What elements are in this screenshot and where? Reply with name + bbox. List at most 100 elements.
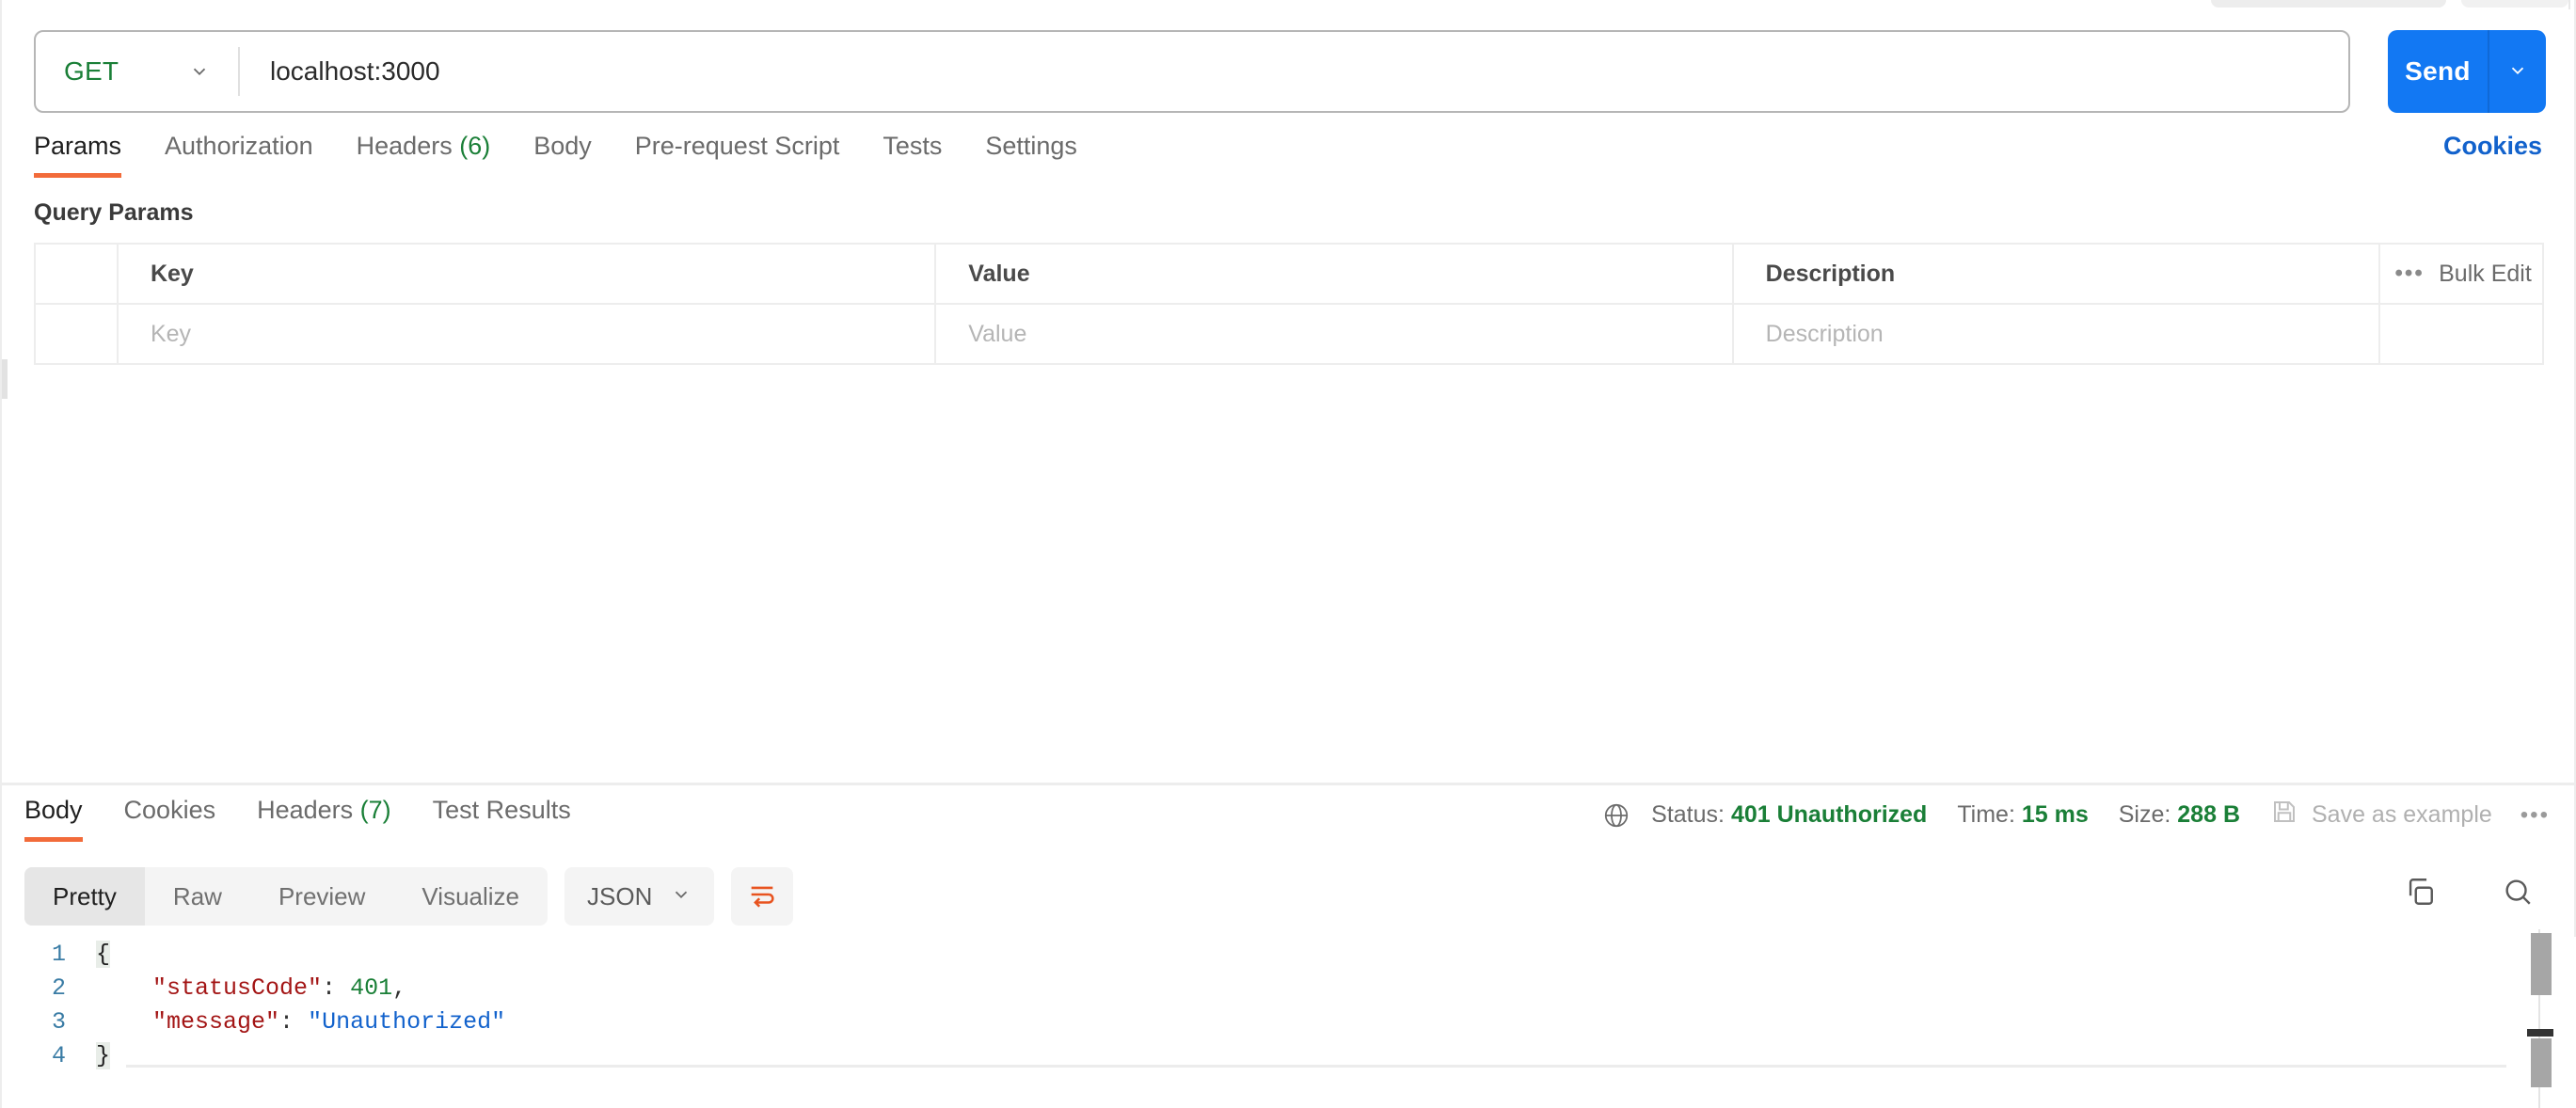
request-tab-authorization[interactable]: Authorization [165,132,313,178]
url-bar-row: GET Send [34,30,2546,113]
request-tabs-list: Params Authorization Headers (6) Body Pre-re… [34,132,1121,178]
view-mode-pretty[interactable]: Pretty [24,867,145,926]
save-as-example-label: Save as example [2312,801,2492,828]
code-line-text: "statusCode": 401, [96,974,406,1002]
left-scrollbar-thumb[interactable] [2,359,8,399]
top-chrome-chip-2 [2461,0,2568,8]
view-mode-visualize[interactable]: Visualize [393,867,548,926]
request-tab-pre-request-script[interactable]: Pre-request Script [635,132,840,178]
tab-label: Settings [985,132,1077,160]
tab-label: Params [34,132,122,160]
param-key-input[interactable]: Key [119,305,937,363]
code-bottom-rule [126,1065,2506,1068]
line-number: 4 [51,1041,66,1069]
code-line: 2 "statusCode": 401, [2,971,2576,1005]
time-value: 15 ms [2021,801,2089,828]
time-meta: Time: 15 ms [1957,801,2088,829]
chevron-down-icon [671,882,692,911]
size-value: 288 B [2177,801,2240,828]
row-actions-cell [2380,305,2542,363]
view-mode-raw[interactable]: Raw [145,867,250,926]
status-meta: Status: 401 Unauthorized [1651,801,1927,829]
code-token: : [322,973,351,1002]
window-chrome-strip [2,0,2576,9]
send-button[interactable]: Send [2388,30,2488,113]
http-method-label: GET [64,56,119,86]
line-number: 3 [51,1007,66,1036]
bulk-edit-button[interactable]: Bulk Edit [2439,261,2532,288]
response-format-dropdown[interactable]: JSON [564,867,715,926]
code-token: 401 [350,973,393,1002]
response-view-mode-group: Pretty Raw Preview Visualize [24,867,549,926]
response-tabs: Body Cookies Headers (7) Test Results Statu… [2,796,2576,856]
http-method-dropdown[interactable]: GET [36,32,238,111]
code-token: } [96,1041,111,1069]
tab-count-badge: (6) [452,132,491,160]
column-header-value: Value [936,245,1734,303]
tab-label: Test Results [432,796,571,824]
response-body-code[interactable]: 1{2 "statusCode": 401, 3 "message": "Unau… [2,937,2576,1108]
status-value: 401 Unauthorized [1730,801,1928,828]
line-number: 1 [51,940,66,968]
code-line-text: { [96,940,111,968]
view-mode-preview[interactable]: Preview [250,867,393,926]
response-tab-headers[interactable]: Headers (7) [257,796,391,842]
response-meta: Status: 401 Unauthorized Time: 15 ms Siz… [1602,798,2550,832]
request-tab-params[interactable]: Params [34,132,122,178]
code-token: "statusCode" [152,973,323,1002]
request-tabs: Params Authorization Headers (6) Body Pre-re… [2,132,2576,190]
response-tools-right [2393,867,2544,920]
save-icon [2270,798,2298,832]
param-value-input[interactable]: Value [936,305,1734,363]
code-line: 1{ [2,937,2576,971]
code-token: : [279,1007,309,1036]
cookies-link[interactable]: Cookies [2443,132,2542,161]
response-tabs-list: Body Cookies Headers (7) Test Results [24,796,612,842]
postman-request-response-pane: GET Send ParamsAuthoriza [0,0,2576,1108]
top-chrome-chip-1 [2211,0,2446,8]
param-description-input[interactable]: Description [1734,305,2381,363]
request-tab-settings[interactable]: Settings [985,132,1077,178]
copy-icon [2404,876,2436,912]
url-input[interactable] [240,32,2348,111]
panel-divider[interactable] [2,783,2576,785]
request-tab-headers[interactable]: Headers (6) [357,132,491,178]
search-icon [2502,876,2534,912]
query-params-table: Key Value Description ••• Bulk Edit Key … [34,243,2544,365]
size-meta: Size: 288 B [2119,801,2240,829]
response-tab-test-results[interactable]: Test Results [433,796,571,842]
copy-button[interactable] [2393,867,2446,920]
code-scrollbar-marker [2527,1029,2553,1037]
globe-icon [1602,801,1630,830]
request-tab-body[interactable]: Body [533,132,592,178]
response-more-options-icon[interactable]: ••• [2520,802,2550,829]
request-tab-tests[interactable]: Tests [883,132,942,178]
response-tab-body[interactable]: Body [24,796,83,842]
code-scrollbar-thumb-lower[interactable] [2531,1038,2552,1087]
url-box: GET [34,30,2350,113]
column-header-description: Description [1734,245,2381,303]
code-scrollbar-thumb-upper[interactable] [2531,933,2552,995]
response-toolbar: Pretty Raw Preview Visualize JSON [24,867,794,926]
tab-label: Body [533,132,592,160]
tab-label: Headers [257,796,354,824]
line-number: 2 [51,973,66,1002]
response-tab-cookies[interactable]: Cookies [124,796,216,842]
save-as-example-button[interactable]: Save as example [2270,798,2492,832]
tab-count-badge: (7) [353,796,391,824]
code-line-text: } [96,1041,111,1069]
column-header-key: Key [119,245,937,303]
table-actions-cell: ••• Bulk Edit [2380,245,2542,303]
wrap-lines-button[interactable] [731,867,794,926]
table-header-row: Key Value Description ••• Bulk Edit [36,245,2542,305]
tab-label: Cookies [123,796,216,824]
tab-label: Authorization [165,132,313,160]
send-options-button[interactable] [2488,30,2546,113]
status-label: Status: [1651,801,1725,828]
code-line-text: "message": "Unauthorized" [96,1008,505,1036]
search-button[interactable] [2491,867,2544,920]
time-label: Time: [1957,801,2015,828]
row-checkbox-cell[interactable] [36,305,119,363]
more-options-icon[interactable]: ••• [2380,261,2439,287]
